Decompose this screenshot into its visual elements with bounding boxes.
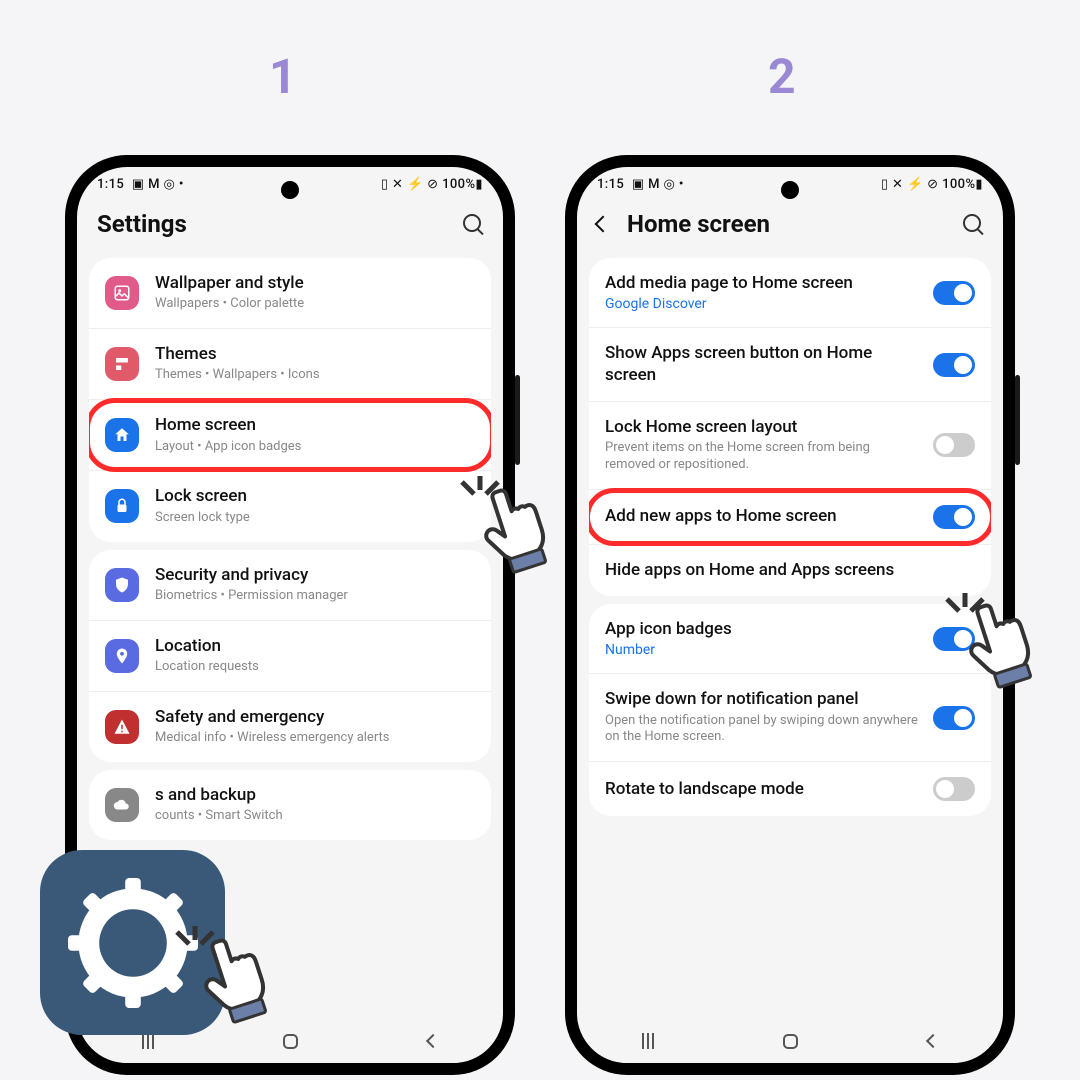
row-wallpaper[interactable]: Wallpaper and style Wallpapers • Color pa… [89, 258, 491, 328]
settings-header: Settings [77, 196, 503, 250]
row-title: Lock Home screen layout [605, 417, 923, 438]
row-title: Hide apps on Home and Apps screens [605, 560, 975, 581]
row-rotate-landscape[interactable]: Rotate to landscape mode [589, 761, 991, 816]
alert-icon [105, 710, 139, 744]
row-sub: Open the notification panel by swiping d… [605, 713, 923, 747]
row-title: Security and privacy [155, 565, 475, 586]
tap-pointer-icon [160, 920, 300, 1080]
row-title: Home screen [155, 415, 475, 436]
lock-icon [105, 489, 139, 523]
home-screen-header: Home screen [577, 196, 1003, 250]
toggle-switch[interactable] [933, 281, 975, 305]
row-sub: Prevent items on the Home screen from be… [605, 440, 923, 474]
step-number-1: 1 [269, 48, 297, 105]
row-sub: Biometrics • Permission manager [155, 588, 475, 605]
homescreen-group-1: Add media page to Home screen Google Disc… [589, 258, 991, 596]
home-icon [105, 418, 139, 452]
camera-hole [281, 181, 299, 199]
row-location[interactable]: Location Location requests [89, 620, 491, 691]
row-title: Safety and emergency [155, 707, 475, 728]
shield-icon [105, 568, 139, 602]
row-add-media-page[interactable]: Add media page to Home screen Google Disc… [589, 258, 991, 327]
back-icon[interactable] [595, 216, 612, 233]
row-title: s and backup [155, 785, 475, 806]
row-title: Add media page to Home screen [605, 273, 923, 294]
row-title: Show Apps screen button on Home screen [605, 343, 923, 386]
step-number-2: 2 [768, 48, 796, 105]
row-title: Lock screen [155, 486, 475, 507]
row-link: Number [605, 642, 923, 658]
search-icon[interactable] [463, 214, 483, 234]
nav-recents-icon[interactable] [642, 1033, 654, 1049]
toggle-switch[interactable] [933, 433, 975, 457]
nav-back-icon[interactable] [926, 1034, 940, 1048]
toggle-switch[interactable] [933, 505, 975, 529]
row-themes[interactable]: Themes Themes • Wallpapers • Icons [89, 328, 491, 399]
row-sub: Screen lock type [155, 510, 475, 527]
row-link: Google Discover [605, 296, 923, 312]
row-safety[interactable]: Safety and emergency Medical info • Wirel… [89, 691, 491, 762]
row-title: App icon badges [605, 619, 923, 640]
status-left-icons: ▣ M ◎ • [632, 177, 684, 192]
row-title: Wallpaper and style [155, 273, 475, 294]
row-title: Rotate to landscape mode [605, 779, 923, 800]
row-show-apps-button[interactable]: Show Apps screen button on Home screen [589, 327, 991, 401]
status-time: 1:15 [597, 177, 624, 192]
tap-pointer-icon [430, 460, 570, 620]
search-icon[interactable] [963, 214, 983, 234]
status-right-icons: ▯ ✕ ⚡ ⊘ 100%▮ [381, 177, 483, 192]
row-accounts-backup[interactable]: s and backup counts • Smart Switch [89, 770, 491, 840]
toggle-switch[interactable] [933, 353, 975, 377]
page-title: Settings [97, 210, 463, 238]
row-title: Location [155, 636, 475, 657]
status-right-icons: ▯ ✕ ⚡ ⊘ 100%▮ [881, 177, 983, 192]
pin-icon [105, 639, 139, 673]
row-add-new-apps[interactable]: Add new apps to Home screen [589, 489, 991, 544]
row-sub: Location requests [155, 659, 475, 676]
wallpaper-icon [105, 276, 139, 310]
status-time: 1:15 [97, 177, 124, 192]
row-title: Themes [155, 344, 475, 365]
nav-bar [577, 1019, 1003, 1063]
settings-group-3: s and backup counts • Smart Switch [89, 770, 491, 840]
row-sub: counts • Smart Switch [155, 808, 475, 825]
nav-home-icon[interactable] [783, 1034, 798, 1049]
row-sub: Medical info • Wireless emergency alerts [155, 730, 475, 747]
nav-back-icon[interactable] [426, 1034, 440, 1048]
row-title: Swipe down for notification panel [605, 689, 923, 710]
row-sub: Wallpapers • Color palette [155, 296, 475, 313]
row-lock-layout[interactable]: Lock Home screen layoutPrevent items on … [589, 401, 991, 489]
nav-recents-icon[interactable] [142, 1033, 154, 1049]
page-title: Home screen [627, 210, 963, 238]
cloud-icon [105, 788, 139, 822]
themes-icon [105, 347, 139, 381]
camera-hole [781, 181, 799, 199]
toggle-switch[interactable] [933, 777, 975, 801]
status-left-icons: ▣ M ◎ • [132, 177, 184, 192]
row-sub: Layout • App icon badges [155, 439, 475, 456]
row-sub: Themes • Wallpapers • Icons [155, 367, 475, 384]
row-title: Add new apps to Home screen [605, 506, 923, 527]
tap-pointer-icon [925, 585, 1065, 745]
